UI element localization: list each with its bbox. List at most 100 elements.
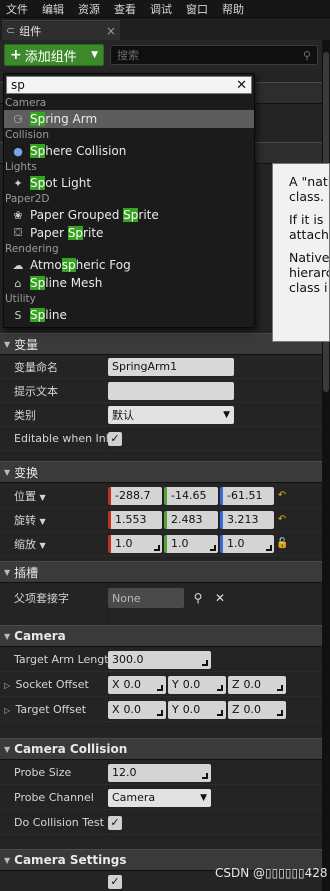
location-z-input[interactable]: -61.51	[220, 486, 274, 505]
item-text: line	[45, 308, 67, 322]
spring-arm-icon: ⚆	[13, 112, 23, 126]
drag-handle-icon	[217, 709, 223, 716]
target-arm-input[interactable]: 300.0	[108, 650, 211, 669]
dropdown-item[interactable]: ⌂ Spline Mesh	[4, 274, 254, 292]
vec-value: -61.51	[227, 489, 263, 502]
num-value: 300.0	[112, 653, 144, 666]
drag-handle-icon	[277, 684, 283, 691]
tooltip-text-input[interactable]	[108, 381, 234, 400]
dropdown-item[interactable]: ⛋ Paper Sprite	[4, 224, 254, 242]
dropdown-item-label: Paper Sprite	[30, 226, 103, 240]
dropdown-search-input[interactable]: sp ✕	[6, 76, 252, 94]
match-highlight: sp	[61, 258, 76, 272]
section-title: Camera Collision	[14, 742, 128, 756]
category-combo[interactable]: 默认 ▼	[108, 405, 234, 424]
dropdown-item[interactable]: ☁ Atmospheric Fog	[4, 256, 254, 274]
collapse-arrow-icon: ▼	[4, 631, 11, 641]
tooltip-line: class.	[289, 189, 325, 204]
lock-icon[interactable]: 🔓	[276, 538, 288, 549]
probe-size-row: Probe Size 12.0	[0, 761, 322, 785]
section-sockets[interactable]: ▼ 插槽	[0, 561, 322, 583]
menu-help[interactable]: 帮助	[222, 1, 244, 17]
drag-handle-icon	[154, 544, 160, 551]
menu-file[interactable]: 文件	[6, 1, 28, 17]
item-text: Paper Grouped	[30, 208, 124, 222]
collapse-arrow-icon: ▼	[4, 567, 11, 577]
dropdown-item[interactable]: ✦ Spot Light	[4, 174, 254, 192]
property-label: 变量命名	[14, 360, 58, 374]
property-label: ▷ Socket Offset	[0, 678, 108, 691]
drag-handle-icon	[157, 709, 163, 716]
property-label: Probe Size	[14, 766, 72, 779]
chevron-down-icon: ▼	[91, 50, 98, 60]
socket-offset-z-input[interactable]: Z 0.0	[228, 675, 286, 694]
dropdown-item-label: Spot Light	[30, 176, 91, 190]
dropdown-item[interactable]: ● Sphere Collision	[4, 142, 254, 160]
dropdown-item[interactable]: ❀ Paper Grouped Sprite	[4, 206, 254, 224]
target-offset-z-input[interactable]: Z 0.0	[228, 700, 286, 719]
xyz-value: 0.0	[123, 703, 142, 716]
menu-assets[interactable]: 资源	[78, 1, 100, 17]
scale-z-input[interactable]: 1.0	[220, 534, 274, 553]
scale-x-input[interactable]: 1.0	[108, 534, 162, 553]
section-camera[interactable]: ▼ Camera	[0, 625, 322, 647]
editable-checkbox[interactable]: ✓	[108, 431, 122, 446]
dropdown-item-label: Atmospheric Fog	[30, 258, 131, 272]
scale-y-input[interactable]: 1.0	[164, 534, 218, 553]
close-icon[interactable]: ×	[106, 24, 116, 38]
location-y-input[interactable]: -14.65	[164, 486, 218, 505]
close-icon[interactable]: ✕	[212, 590, 228, 606]
property-label: 位置 ▼	[0, 488, 108, 504]
reset-arrow-icon[interactable]: ↶	[276, 514, 288, 525]
socket-offset-y-input[interactable]: Y 0.0	[168, 675, 226, 694]
collapse-arrow-icon: ▼	[4, 339, 11, 349]
chevron-down-icon[interactable]: ▼	[40, 517, 46, 526]
parent-socket-field[interactable]: None	[108, 588, 184, 608]
dropdown-item-label: Spline Mesh	[30, 276, 102, 290]
probe-size-input[interactable]: 12.0	[108, 763, 211, 782]
dropdown-category: Lights	[5, 161, 37, 173]
location-x-input[interactable]: -288.7	[108, 486, 162, 505]
variable-name-input[interactable]: SpringArm1	[108, 357, 234, 376]
menu-debug[interactable]: 调试	[150, 1, 172, 17]
chevron-down-icon[interactable]: ▼	[40, 493, 46, 502]
search-icon[interactable]: ⚲	[190, 590, 206, 606]
dropdown-item[interactable]: ⚆ Spring Arm	[4, 110, 254, 128]
section-camera-collision[interactable]: ▼ Camera Collision	[0, 738, 322, 760]
expand-arrow-icon[interactable]: ▷	[4, 681, 12, 690]
item-text: here Collision	[45, 144, 127, 158]
plus-icon: +	[10, 47, 22, 63]
scale-label: 缩放	[14, 537, 36, 551]
drag-handle-icon	[266, 544, 272, 551]
menu-window[interactable]: 窗口	[186, 1, 208, 17]
do-collision-checkbox[interactable]: ✓	[108, 815, 122, 830]
add-component-button[interactable]: + 添加组件 ▼	[4, 44, 104, 66]
chevron-down-icon[interactable]: ▼	[40, 541, 46, 550]
rotation-x-input[interactable]: 1.553	[108, 510, 162, 529]
expand-arrow-icon[interactable]: ▷	[4, 706, 12, 715]
probe-channel-combo[interactable]: Camera ▼	[108, 788, 211, 807]
menu-edit[interactable]: 编辑	[42, 1, 64, 17]
target-offset-x-input[interactable]: X 0.0	[108, 700, 166, 719]
target-offset-y-input[interactable]: Y 0.0	[168, 700, 226, 719]
category-row: 类别 默认 ▼	[0, 403, 322, 427]
component-search-input[interactable]: 搜索 ⚲	[110, 45, 318, 65]
section-title: Camera Settings	[14, 853, 127, 867]
menu-view[interactable]: 查看	[114, 1, 136, 17]
rotation-row: 旋转 ▼ 1.553 2.483 3.213 ↶	[0, 508, 322, 532]
parent-socket-row: 父项套接字 None ⚲ ✕	[0, 585, 322, 611]
rotation-z-input[interactable]: 3.213	[220, 510, 274, 529]
clear-search-icon[interactable]: ✕	[236, 78, 247, 93]
socket-offset-x-input[interactable]: X 0.0	[108, 675, 166, 694]
dropdown-item[interactable]: S Spline	[4, 306, 254, 324]
dropdown-category: Paper2D	[5, 193, 50, 205]
tab-components[interactable]: ⊂ 组件 ×	[2, 20, 120, 40]
rotation-y-input[interactable]: 2.483	[164, 510, 218, 529]
property-label: Probe Channel	[14, 791, 94, 804]
partial-checkbox[interactable]: ✓	[108, 874, 122, 889]
scale-row: 缩放 ▼ 1.0 1.0 1.0 🔓	[0, 532, 322, 556]
dropdown-item-label: Paper Grouped Sprite	[30, 208, 159, 222]
components-icon: ⊂	[6, 24, 16, 37]
reset-arrow-icon[interactable]: ↶	[276, 490, 288, 501]
section-transform[interactable]: ▼ 变换	[0, 461, 322, 483]
